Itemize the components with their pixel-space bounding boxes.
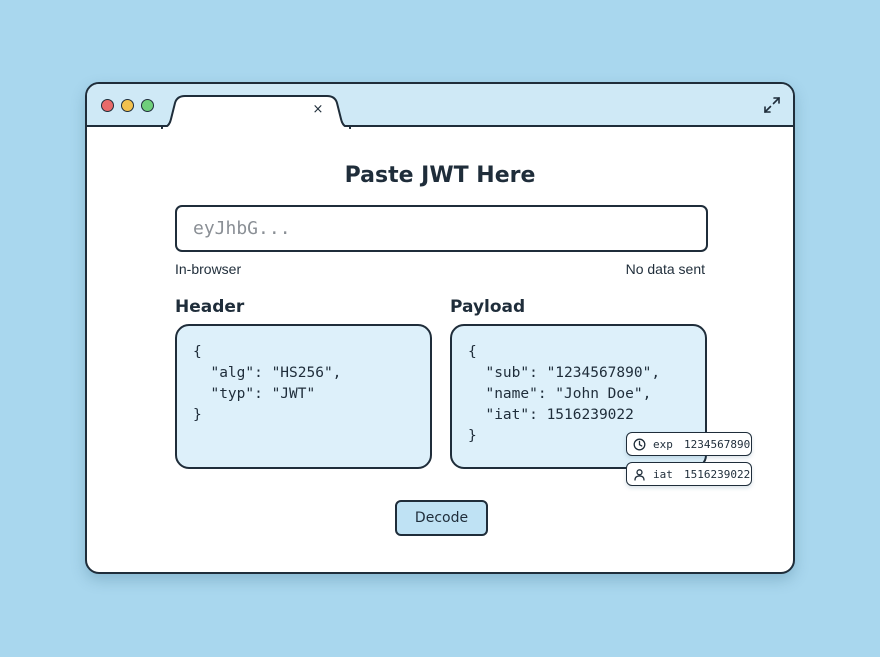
payload-code-line: "name": "John Doe", (468, 386, 652, 402)
claim-key: iat (653, 467, 673, 481)
close-window-dot[interactable] (101, 99, 114, 112)
user-icon (634, 468, 645, 481)
claim-value: 1516239022 (684, 467, 751, 481)
minimize-window-dot[interactable] (121, 99, 134, 112)
header-section-label: Header (175, 297, 245, 317)
page-content: Paste JWT Here In-browser No data sent H… (87, 127, 793, 572)
header-code-line: } (193, 407, 202, 423)
claim-key: exp (653, 437, 673, 451)
header-code-line: "alg": "HS256", (193, 365, 342, 381)
header-code-line: "typ": "JWT" (193, 386, 316, 402)
payload-section-label: Payload (450, 297, 526, 317)
page-title: Paste JWT Here (344, 163, 536, 188)
decode-button[interactable]: Decode (395, 500, 488, 536)
claim-value: 1234567890 (684, 437, 751, 451)
exp-claim-badge[interactable]: exp 1234567890 (626, 432, 752, 456)
clock-icon (633, 438, 646, 450)
tab-close-icon[interactable]: × (311, 103, 325, 117)
maximize-window-dot[interactable] (141, 99, 154, 112)
payload-code-line: "iat": 1516239022 (468, 407, 634, 423)
header-code-box: { "alg": "HS256", "typ": "JWT" } (175, 324, 432, 469)
browser-window: × Paste JWT Here In-browser No data sent… (85, 82, 795, 574)
header-code-line: { (193, 344, 202, 360)
payload-code-line: { (468, 344, 477, 360)
payload-code-line: "sub": "1234567890", (468, 365, 661, 381)
in-browser-note: In-browser (175, 261, 242, 277)
title-bar: × (87, 84, 793, 129)
expand-icon[interactable] (763, 96, 781, 114)
iat-claim-badge[interactable]: iat 1516239022 (626, 462, 752, 486)
no-data-sent-note: No data sent (625, 261, 705, 277)
jwt-input[interactable] (175, 205, 708, 252)
